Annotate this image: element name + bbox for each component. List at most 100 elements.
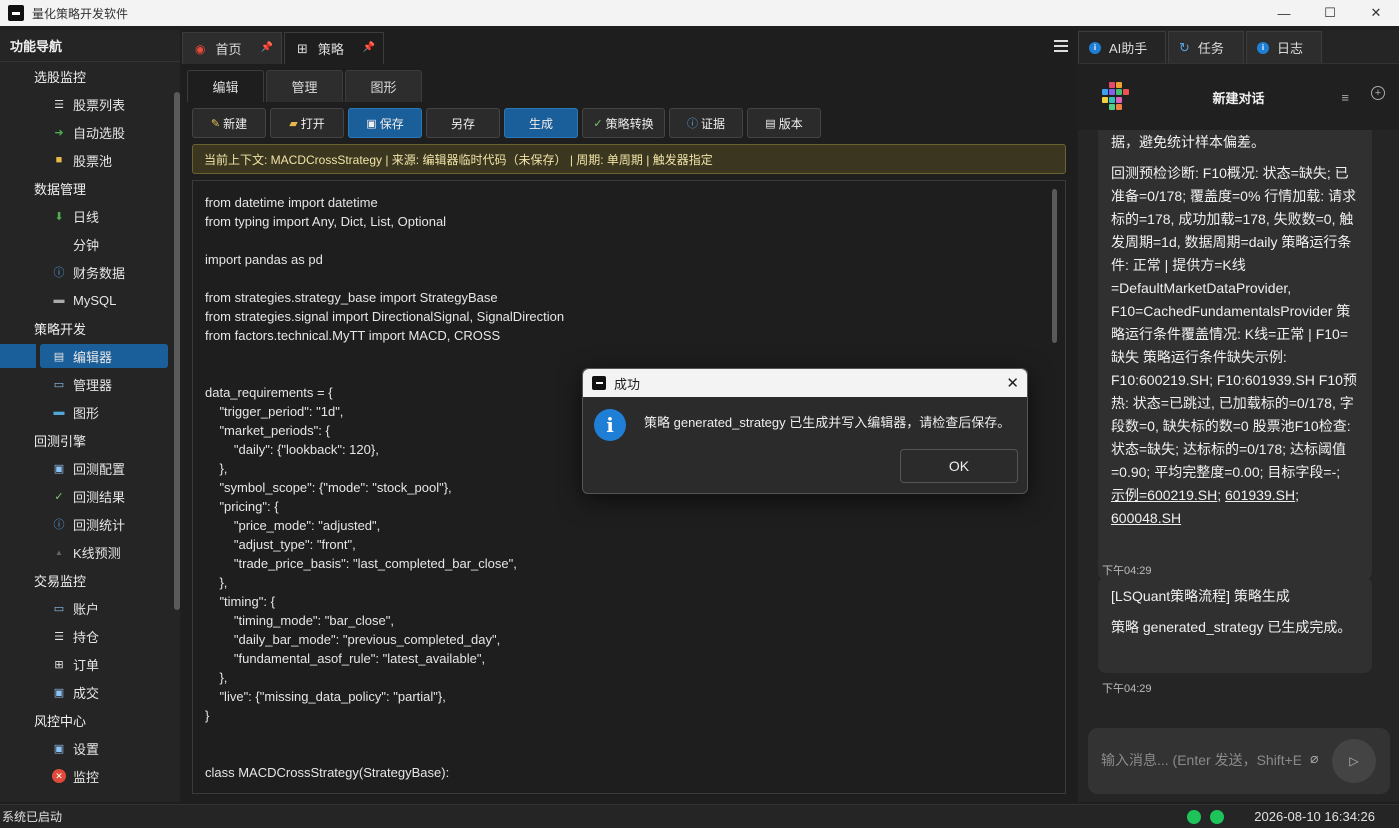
config-icon: ▣ [53, 742, 65, 755]
new-button[interactable]: ✎ 新建 [192, 108, 266, 138]
nav-group-strategy[interactable]: 策略开发 [0, 314, 180, 342]
minimize-button[interactable]: — [1261, 0, 1307, 26]
dialog-title: 成功 [614, 376, 641, 392]
status-led-icon [1210, 810, 1224, 824]
nav-group-data[interactable]: 数据管理 [0, 174, 180, 202]
save-button[interactable]: ▣ 保存 [348, 108, 422, 138]
nav-item-trade[interactable]: ▣ 成交 [0, 678, 180, 706]
nav-item-minute[interactable]: 分钟 [0, 230, 180, 258]
attach-icon[interactable]: ⌀ [1310, 750, 1318, 767]
nav-item-auto-select[interactable]: ➜ 自动选股 [0, 118, 180, 146]
tab-home[interactable]: ◉ 首页 📌 [182, 32, 282, 64]
dialog-close-button[interactable]: ✕ [1006, 374, 1019, 392]
new-chat-icon[interactable]: + [1371, 86, 1385, 100]
nav-group-backtest[interactable]: 回测引擎 [0, 426, 180, 454]
nav-group-trade[interactable]: 交易监控 [0, 566, 180, 594]
nav-item-stock-pool[interactable]: ■ 股票池 [0, 146, 180, 174]
window-title: 量化策略开发软件 [32, 6, 129, 21]
right-tab-bar: i AI助手 ↻ 任务 i 日志 [1078, 30, 1399, 64]
maximize-button[interactable]: ☐ [1307, 0, 1353, 26]
sub-tab-bar: 编辑 管理 图形 [187, 70, 424, 102]
nav-item-backtest-stats[interactable]: ⓘ 回测统计 [0, 510, 180, 538]
check-icon: ✓ [54, 490, 64, 503]
info-icon: i [1089, 41, 1101, 54]
menu-icon[interactable] [1054, 40, 1068, 52]
nav-item-backtest-config[interactable]: ▣ 回测配置 [0, 454, 180, 482]
success-dialog: 成功 ✕ i 策略 generated_strategy 已生成并写入编辑器，请… [582, 368, 1028, 494]
nav-item-daily[interactable]: ⬇ 日线 [0, 202, 180, 230]
close-button[interactable]: ✕ [1353, 0, 1399, 26]
file-icon: ▤ [53, 350, 65, 363]
right-panel: iAI助手 ↻任务 i日志 新建对话 ≡ + 只基于部分标的，建议先补齐缺失数据… [1078, 30, 1399, 802]
list-icon: ☰ [54, 630, 64, 643]
refresh-icon: ↻ [1179, 39, 1190, 55]
info-icon: ⓘ [53, 519, 65, 531]
nav-item-manager[interactable]: ▭ 管理器 [0, 370, 180, 398]
nav-item-order[interactable]: ⊞ 订单 [0, 650, 180, 678]
pin-icon[interactable]: 📌 [261, 42, 273, 53]
open-button[interactable]: ▰ 打开 [270, 108, 344, 138]
version-button[interactable]: ▤ 版本 [747, 108, 821, 138]
chat-message: 只基于部分标的，建议先补齐缺失数据，避免统计样本偏差。 回测预检诊断: F10概… [1098, 130, 1372, 580]
nav-item-editor[interactable]: ▤ 编辑器 [0, 342, 180, 370]
check-icon: ✓ [593, 117, 603, 130]
ok-button[interactable]: OK [900, 449, 1018, 483]
evidence-button[interactable]: ⓘ 证据 [669, 108, 743, 138]
save-icon: ▣ [366, 117, 377, 130]
status-led-icon [1187, 810, 1201, 824]
nav-item-settings[interactable]: ▣ 设置 [0, 734, 180, 762]
download-icon: ⬇ [54, 210, 64, 223]
sidebar-scrollbar[interactable] [174, 92, 180, 610]
info-icon: i [1257, 41, 1269, 54]
editor-toolbar: ✎ 新建 ▰ 打开 ▣ 保存 另存 生成 ✓ 策略转换 ⓘ 证据 ▤ 版本 [192, 108, 825, 138]
nav-item-stock-list[interactable]: ☰ 股票列表 [0, 90, 180, 118]
nav-item-backtest-result[interactable]: ✓ 回测结果 [0, 482, 180, 510]
chat-list-icon[interactable]: ≡ [1341, 90, 1349, 105]
tab-graph[interactable]: 图形 [345, 70, 422, 102]
tab-tasks[interactable]: ↻ 任务 [1168, 31, 1244, 63]
config-icon: ▣ [53, 462, 65, 475]
link-600048[interactable]: 600048.SH [1111, 510, 1181, 526]
dialog-titlebar: 成功 ✕ [583, 369, 1027, 397]
app-logo-icon [592, 376, 606, 390]
sidebar-header: 功能导航 [0, 30, 180, 62]
window-icon: ▭ [53, 602, 65, 615]
tab-strategy[interactable]: ⊞ 策略 📌 [284, 32, 384, 64]
folder-icon: ▰ [289, 117, 298, 130]
list-icon: ☰ [54, 98, 64, 111]
link-601939[interactable]: 601939.SH [1225, 487, 1295, 503]
dialog-message: 策略 generated_strategy 已生成并写入编辑器，请检查后保存。 [644, 415, 1011, 430]
pin-icon[interactable]: 📌 [363, 42, 375, 53]
status-text: 系统已启动 [2, 810, 63, 824]
nav-item-monitor[interactable]: ✕ 监控 [0, 762, 180, 790]
nav-item-account[interactable]: ▭ 账户 [0, 594, 180, 622]
generate-button[interactable]: 生成 [504, 108, 578, 138]
window-icon: ▭ [53, 378, 65, 391]
convert-button[interactable]: ✓ 策略转换 [582, 108, 665, 138]
nav-item-mysql[interactable]: ▬ MySQL [0, 286, 180, 314]
nav-item-kline-forecast[interactable]: ▲ K线预测 [0, 538, 180, 566]
nav-item-position[interactable]: ☰ 持仓 [0, 622, 180, 650]
context-bar: 当前上下文: MACDCrossStrategy | 来源: 编辑器临时代码（未… [192, 144, 1066, 174]
info-icon: i [594, 409, 626, 441]
link-example[interactable]: 示例=600219.SH [1111, 487, 1217, 503]
save-as-button[interactable]: 另存 [426, 108, 500, 138]
editor-scrollbar[interactable] [1052, 189, 1057, 343]
tab-logs[interactable]: i 日志 [1246, 31, 1322, 63]
chat-input-placeholder: 输入消息... (Enter 发送，Shift+Enter 换行) [1101, 752, 1301, 768]
nav-group-risk[interactable]: 风控中心 [0, 706, 180, 734]
info-icon: ⓘ [53, 267, 65, 279]
monitor-icon: ▬ [53, 406, 65, 418]
nav-group-stock-monitor[interactable]: 选股监控 [0, 62, 180, 90]
tab-manage[interactable]: 管理 [266, 70, 343, 102]
chat-input[interactable]: 输入消息... (Enter 发送，Shift+Enter 换行) ⌀ ▷ [1088, 728, 1390, 794]
chat-title: 新建对话 [1212, 91, 1265, 106]
chat-messages[interactable]: 只基于部分标的，建议先补齐缺失数据，避免统计样本偏差。 回测预检诊断: F10概… [1078, 130, 1399, 720]
nav-item-graph[interactable]: ▬ 图形 [0, 398, 180, 426]
nav-item-financial[interactable]: ⓘ 财务数据 [0, 258, 180, 286]
tab-ai-assistant[interactable]: i AI助手 [1078, 31, 1166, 63]
send-button[interactable]: ▷ [1332, 739, 1376, 783]
code-content[interactable]: from datetime import datetime from typin… [205, 193, 564, 782]
tab-edit[interactable]: 编辑 [187, 70, 264, 102]
arrow-right-icon: ➜ [54, 126, 64, 139]
